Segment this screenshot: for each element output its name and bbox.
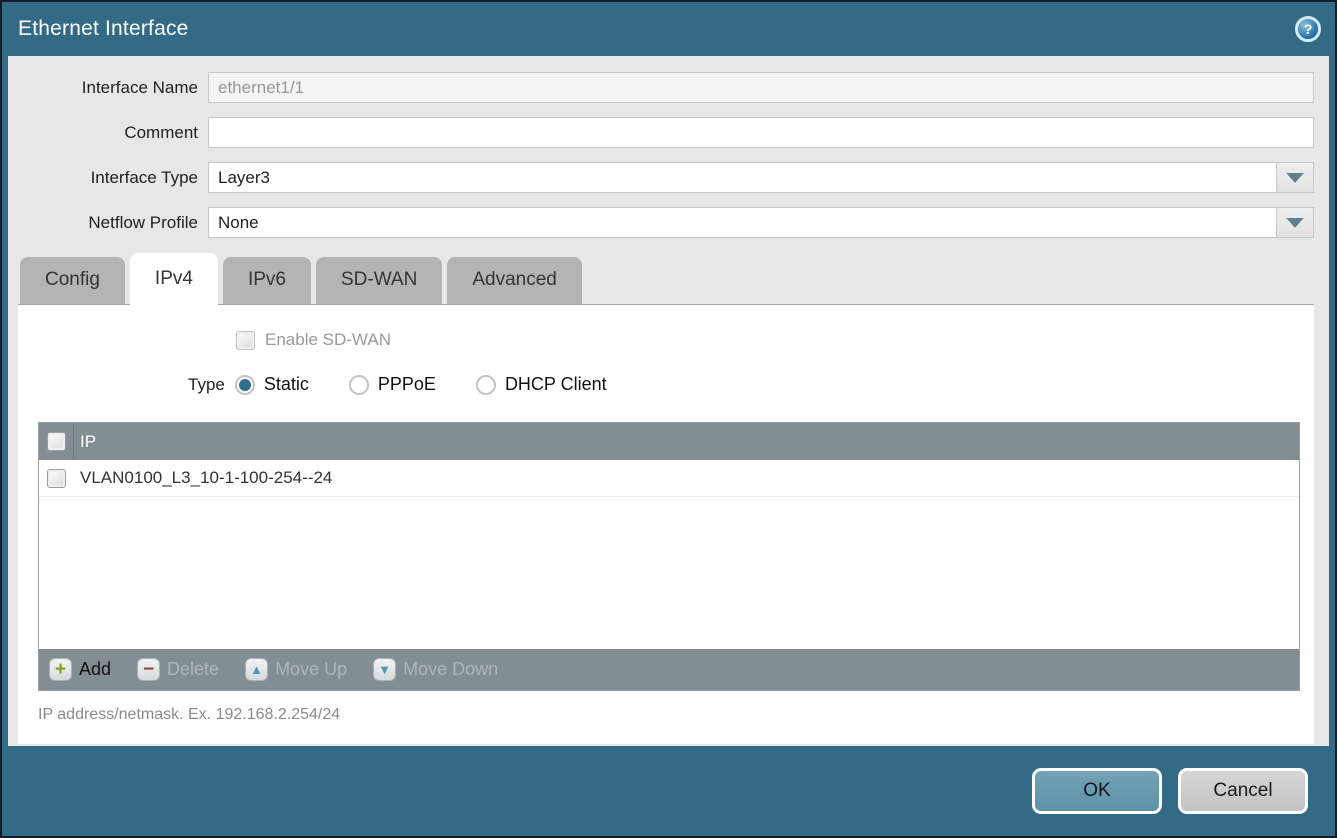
tab-ipv6[interactable]: IPv6 <box>223 257 311 304</box>
chevron-down-icon <box>1286 218 1304 228</box>
ethernet-interface-dialog: Ethernet Interface ? Interface Name Comm… <box>0 0 1337 838</box>
move-down-arrow-icon: ▼ <box>373 658 396 681</box>
form-row-comment: Comment <box>8 117 1329 148</box>
radio-static[interactable]: Static <box>235 374 309 395</box>
tab-sd-wan[interactable]: SD-WAN <box>316 257 442 304</box>
interface-type-label: Interface Type <box>8 168 208 188</box>
form-row-interface-name: Interface Name <box>8 72 1329 103</box>
delete-button[interactable]: − Delete <box>137 658 219 681</box>
ip-table-toolbar: + Add − Delete ▲ Move Up ▼ Move Down <box>39 649 1299 690</box>
radio-static-icon[interactable] <box>235 375 255 395</box>
dialog-title: Ethernet Interface <box>18 17 189 41</box>
move-down-button-label: Move Down <box>403 659 498 680</box>
ip-format-hint: IP address/netmask. Ex. 192.168.2.254/24 <box>38 706 1314 724</box>
interface-name-label: Interface Name <box>8 78 208 98</box>
interface-name-field <box>208 72 1314 103</box>
chevron-down-icon <box>1286 173 1304 183</box>
enable-sdwan-row: Enable SD-WAN <box>236 305 1314 350</box>
interface-type-select[interactable] <box>208 162 1277 193</box>
cancel-button[interactable]: Cancel <box>1178 768 1308 814</box>
ip-table-header: IP <box>39 423 1299 460</box>
enable-sdwan-checkbox <box>236 331 255 350</box>
delete-minus-icon: − <box>137 658 160 681</box>
move-up-button[interactable]: ▲ Move Up <box>245 658 347 681</box>
dialog-footer: OK Cancel <box>2 746 1335 836</box>
ip-table-rows: VLAN0100_L3_10-1-100-254--24 <box>39 460 1299 649</box>
ip-entry-label: VLAN0100_L3_10-1-100-254--24 <box>74 468 332 488</box>
radio-pppoe-label: PPPoE <box>378 374 436 395</box>
type-radio-group: Type Static PPPoE DHCP Client <box>188 374 1314 395</box>
comment-label: Comment <box>8 123 208 143</box>
ip-table: IP VLAN0100_L3_10-1-100-254--24 + Add − … <box>38 422 1300 691</box>
enable-sdwan-label: Enable SD-WAN <box>265 330 391 350</box>
type-label: Type <box>188 375 225 395</box>
move-down-button[interactable]: ▼ Move Down <box>373 658 498 681</box>
netflow-profile-dropdown-button[interactable] <box>1277 207 1314 238</box>
header-checkbox-cell <box>39 423 74 460</box>
form-row-interface-type: Interface Type <box>8 162 1329 193</box>
tab-config[interactable]: Config <box>20 257 125 304</box>
form-row-netflow-profile: Netflow Profile <box>8 207 1329 238</box>
ipv4-tab-panel: Enable SD-WAN Type Static PPPoE DHCP Cli… <box>18 304 1314 744</box>
interface-type-dropdown-button[interactable] <box>1277 162 1314 193</box>
select-all-checkbox[interactable] <box>47 432 66 451</box>
tab-ipv4[interactable]: IPv4 <box>130 253 218 306</box>
netflow-profile-label: Netflow Profile <box>8 213 208 233</box>
add-plus-icon: + <box>49 658 72 681</box>
radio-dhcp-client-icon[interactable] <box>476 375 496 395</box>
radio-pppoe[interactable]: PPPoE <box>349 374 436 395</box>
dialog-titlebar: Ethernet Interface ? <box>2 2 1335 56</box>
netflow-profile-select[interactable] <box>208 207 1277 238</box>
radio-static-label: Static <box>264 374 309 395</box>
help-icon[interactable]: ? <box>1295 16 1321 42</box>
add-button[interactable]: + Add <box>49 658 111 681</box>
radio-dhcp-client-label: DHCP Client <box>505 374 607 395</box>
tab-bar: Config IPv4 IPv6 SD-WAN Advanced <box>8 252 1329 304</box>
ok-button[interactable]: OK <box>1032 768 1162 814</box>
radio-dhcp-client[interactable]: DHCP Client <box>476 374 607 395</box>
move-up-arrow-icon: ▲ <box>245 658 268 681</box>
comment-field[interactable] <box>208 117 1314 148</box>
row-checkbox[interactable] <box>47 469 66 488</box>
row-checkbox-cell <box>39 460 74 496</box>
table-row[interactable]: VLAN0100_L3_10-1-100-254--24 <box>39 460 1299 497</box>
move-up-button-label: Move Up <box>275 659 347 680</box>
add-button-label: Add <box>79 659 111 680</box>
radio-pppoe-icon[interactable] <box>349 375 369 395</box>
ip-column-header: IP <box>74 432 96 452</box>
delete-button-label: Delete <box>167 659 219 680</box>
tab-advanced[interactable]: Advanced <box>447 257 582 304</box>
dialog-body: Interface Name Comment Interface Type <box>8 56 1329 746</box>
